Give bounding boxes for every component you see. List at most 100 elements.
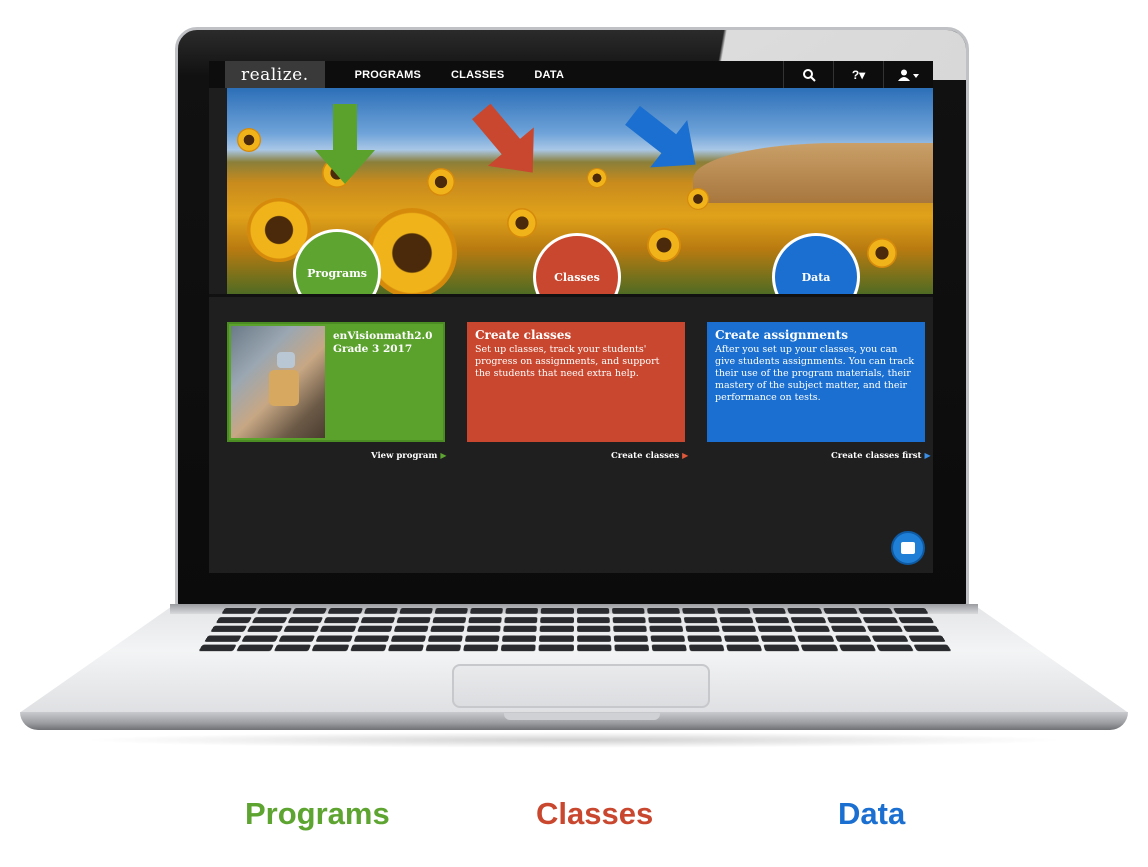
keyboard-key	[576, 625, 611, 633]
robot-image	[277, 352, 295, 368]
program-thumbnail	[231, 326, 325, 438]
keyboard-key	[320, 625, 356, 633]
sunflower	[587, 168, 607, 188]
keyboard-key	[425, 644, 462, 652]
program-title: enVisionmath2.0 Grade 3 2017	[333, 330, 432, 356]
sunflower	[507, 208, 537, 238]
caption-programs: Programs	[245, 796, 390, 831]
create-classes-first-label: Create classes first	[831, 451, 922, 461]
keyboard-key	[292, 608, 328, 614]
keyboard-key	[830, 625, 867, 633]
keyboard-key	[726, 644, 763, 652]
cards-section: enVisionmath2.0 Grade 3 2017 View progra…	[209, 294, 933, 573]
keyboard	[198, 608, 952, 652]
keyboard-key	[892, 608, 929, 614]
keyboard-key	[834, 635, 872, 642]
keyboard-key	[538, 644, 574, 652]
chat-button[interactable]	[891, 531, 925, 565]
keyboard-key	[649, 625, 684, 633]
brand-logo[interactable]: realize.	[225, 61, 325, 88]
keyboard-key	[797, 635, 834, 642]
create-assignments-card[interactable]: Create assignments After you set up your…	[707, 322, 925, 442]
keyboard-key	[857, 608, 894, 614]
background-hill	[693, 143, 933, 203]
keyboard-key	[427, 635, 463, 642]
keyboard-key	[687, 635, 723, 642]
view-program-link[interactable]: View program ▶	[371, 450, 447, 461]
top-navbar: realize. PROGRAMS CLASSES DATA ?▾	[209, 61, 933, 88]
keyboard-key	[539, 625, 574, 633]
keyboard-key	[576, 608, 609, 614]
keyboard-key	[576, 635, 611, 642]
keyboard-key	[685, 625, 720, 633]
keyboard-key	[353, 635, 390, 642]
keyboard-key	[539, 635, 574, 642]
caption-data: Data	[838, 796, 906, 831]
user-menu-button[interactable]	[883, 61, 933, 88]
keyboard-key	[611, 608, 645, 614]
keyboard-key	[363, 608, 398, 614]
search-button[interactable]	[783, 61, 833, 88]
keyboard-key	[614, 644, 650, 652]
keyboard-key	[822, 608, 858, 614]
keyboard-key	[650, 635, 686, 642]
keyboard-key	[717, 608, 752, 614]
keyboard-key	[215, 616, 253, 623]
keyboard-key	[801, 644, 839, 652]
keyboard-key	[647, 616, 682, 623]
keyboard-key	[463, 644, 499, 652]
laptop-base	[20, 604, 1128, 748]
keyboard-key	[316, 635, 353, 642]
keyboard-key	[862, 616, 898, 623]
keyboard-key	[576, 616, 610, 623]
keyboard-key	[721, 625, 757, 633]
keyboard-key	[241, 635, 279, 642]
nav-link-programs[interactable]: PROGRAMS	[355, 69, 421, 81]
keyboard-key	[897, 616, 935, 623]
keyboard-key	[875, 644, 914, 652]
search-icon	[802, 68, 816, 82]
front-notch	[504, 713, 660, 720]
keyboard-key	[688, 644, 725, 652]
nav-link-classes[interactable]: CLASSES	[451, 69, 504, 81]
arrow-right-icon: ▶	[440, 450, 447, 460]
programs-arrow-icon	[315, 104, 375, 184]
sunflower	[367, 208, 457, 294]
keyboard-key	[651, 644, 687, 652]
keyboard-key	[871, 635, 909, 642]
nav-link-data[interactable]: DATA	[534, 69, 564, 81]
keyboard-key	[288, 616, 324, 623]
keyboard-key	[794, 625, 830, 633]
program-card[interactable]: enVisionmath2.0 Grade 3 2017	[227, 322, 445, 442]
keyboard-key	[283, 625, 320, 633]
robot-body	[269, 370, 299, 406]
sunflower	[687, 188, 709, 210]
data-circle-button[interactable]: Data	[772, 233, 860, 294]
help-button[interactable]: ?▾	[833, 61, 883, 88]
keyboard-key	[204, 635, 242, 642]
arrow-right-icon: ▶	[682, 450, 689, 460]
keyboard-key	[902, 625, 940, 633]
keyboard-key	[464, 635, 500, 642]
keyboard-key	[430, 625, 465, 633]
create-classes-text: Set up classes, track your students' pro…	[475, 344, 660, 379]
keyboard-key	[432, 616, 467, 623]
classes-arrow-icon	[472, 103, 534, 173]
keyboard-key	[360, 616, 396, 623]
keyboard-key	[468, 616, 503, 623]
create-classes-link[interactable]: Create classes ▶	[611, 450, 688, 461]
keyboard-key	[763, 644, 801, 652]
keyboard-key	[576, 644, 612, 652]
keyboard-key	[826, 616, 862, 623]
keyboard-key	[398, 608, 433, 614]
laptop-shadow	[80, 732, 1068, 748]
create-classes-card[interactable]: Create classes Set up classes, track you…	[467, 322, 685, 442]
keyboard-key	[251, 616, 288, 623]
classes-circle-button[interactable]: Classes	[533, 233, 621, 294]
keyboard-key	[719, 616, 754, 623]
keyboard-key	[356, 625, 393, 633]
keyboard-key	[327, 608, 363, 614]
keyboard-key	[908, 635, 946, 642]
keyboard-key	[754, 616, 790, 623]
create-classes-first-link[interactable]: Create classes first ▶	[831, 450, 931, 461]
